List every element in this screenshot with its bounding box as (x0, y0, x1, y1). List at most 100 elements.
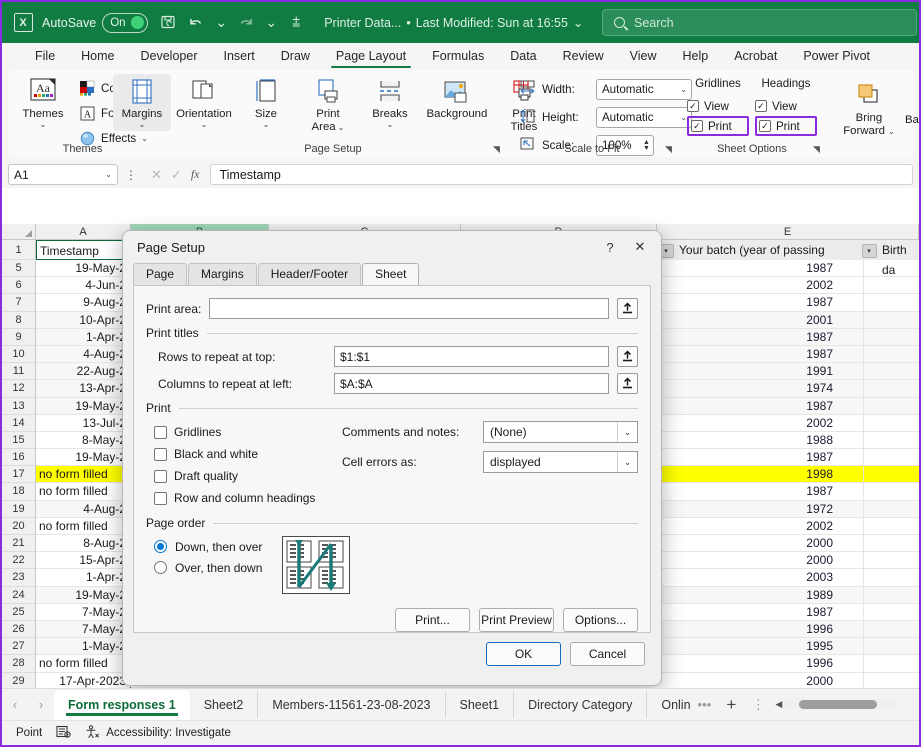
undo-dropdown-icon[interactable]: ⌄ (210, 10, 232, 36)
headings-print-checkbox[interactable]: ✓ Print (754, 116, 817, 136)
column-header-e[interactable]: E (657, 224, 919, 239)
cell-column-e[interactable]: 1987 (657, 603, 864, 621)
chevron-down-icon[interactable]: ⌄ (387, 121, 394, 129)
cell-column-a[interactable]: 1-Apr-2 (36, 569, 131, 587)
cell-column-a[interactable]: 4-Aug-2 (36, 500, 131, 518)
formula-bar-menu-icon[interactable]: ⋮ (122, 168, 140, 182)
cell-a1[interactable]: Timestamp (36, 240, 131, 260)
cell-column-e[interactable]: 1987 (657, 294, 864, 312)
row-header[interactable]: 19 (2, 500, 36, 518)
cell-column-f[interactable] (864, 501, 919, 518)
save-icon[interactable] (154, 10, 182, 36)
orientation-button[interactable]: Orientation ⌄ (175, 74, 233, 131)
row-header[interactable]: 13 (2, 397, 36, 415)
cell-column-a[interactable]: 22-Aug-2 (36, 363, 131, 381)
row-header[interactable]: 23 (2, 569, 36, 587)
row-header[interactable]: 17 (2, 466, 36, 484)
cell-column-e[interactable]: 2002 (657, 414, 864, 432)
dialog-tab-page[interactable]: Page (133, 263, 188, 285)
cell-column-f[interactable] (864, 518, 919, 535)
row-header[interactable]: 24 (2, 586, 36, 604)
tab-insert[interactable]: Insert (210, 47, 267, 68)
options-button[interactable]: Options... (563, 608, 638, 632)
tab-draw[interactable]: Draw (268, 47, 323, 68)
cell-column-e[interactable]: 2000 (657, 552, 864, 570)
page-setup-dialog-launcher[interactable]: ◥ (493, 144, 500, 155)
cell-column-f[interactable] (864, 432, 919, 450)
breaks-button[interactable]: Breaks ⌄ (361, 74, 419, 131)
tab-formulas[interactable]: Formulas (419, 47, 497, 68)
row-header[interactable]: 29 (2, 672, 36, 688)
sheet-tab-online[interactable]: Online (647, 691, 691, 718)
undo-icon[interactable] (182, 10, 210, 36)
formula-input[interactable]: Timestamp (210, 164, 913, 185)
enter-icon[interactable]: ✓ (171, 167, 182, 183)
horizontal-scrollbar[interactable] (785, 699, 898, 710)
cell-column-f[interactable] (864, 449, 919, 467)
cell-column-e[interactable]: 1987 (657, 345, 864, 364)
cell-column-f[interactable] (864, 569, 919, 587)
cell-errors-select[interactable]: displayed ⌄ (483, 451, 638, 473)
cell-column-a[interactable]: 1-Apr-2 (36, 328, 131, 346)
row-header[interactable]: 26 (2, 620, 36, 639)
row-header[interactable]: 9 (2, 328, 36, 346)
cell-column-f[interactable] (864, 329, 919, 346)
cell-column-f[interactable] (864, 655, 919, 673)
sheet-tab-sheet2[interactable]: Sheet2 (190, 691, 259, 718)
row-header[interactable]: 14 (2, 414, 36, 432)
redo-icon[interactable] (232, 10, 260, 36)
rows-repeat-input[interactable]: $1:$1 (334, 346, 609, 367)
cell-column-a[interactable]: no form filled (36, 483, 131, 501)
row-header[interactable]: 25 (2, 603, 36, 621)
autosave-toggle[interactable]: On (102, 12, 149, 33)
cell-column-f[interactable] (864, 638, 919, 656)
more-sheets-icon[interactable]: ••• (691, 692, 717, 718)
row-header[interactable]: 28 (2, 655, 36, 673)
tab-file[interactable]: File (22, 47, 68, 68)
cell-column-e[interactable]: 1987 (657, 483, 864, 501)
bring-forward-button[interactable]: Bring Forward ⌄ (835, 78, 903, 140)
row-header-1[interactable]: 1 (2, 240, 36, 260)
chevron-down-icon[interactable]: ⌄ (201, 121, 208, 129)
cell-column-e[interactable]: 1996 (657, 620, 864, 639)
tab-developer[interactable]: Developer (128, 47, 211, 68)
cell-column-f[interactable] (864, 363, 919, 381)
cell-column-e[interactable]: 2003 (657, 569, 864, 587)
tab-page-layout[interactable]: Page Layout (323, 47, 419, 68)
customize-qat-icon[interactable]: ⩲ (282, 10, 310, 36)
row-header[interactable]: 12 (2, 380, 36, 398)
name-box[interactable]: A1 ⌄ (8, 164, 118, 185)
print-area-button[interactable]: Print Area ⌄ (299, 74, 357, 136)
cell-column-e[interactable]: 2002 (657, 277, 864, 295)
cell-column-f[interactable] (864, 380, 919, 398)
scale-to-fit-dialog-launcher[interactable]: ◥ (665, 144, 672, 155)
row-header[interactable]: 21 (2, 535, 36, 553)
chevron-down-icon[interactable]: ⌄ (139, 121, 146, 129)
cell-column-e[interactable]: 1972 (657, 500, 864, 518)
background-button[interactable]: Background (423, 74, 491, 123)
fx-icon[interactable]: fx (191, 167, 200, 182)
cell-column-a[interactable]: 19-May-2 (36, 397, 131, 415)
cell-column-f[interactable] (864, 398, 919, 415)
cell-column-e[interactable]: 1987 (657, 328, 864, 346)
row-header[interactable]: 6 (2, 277, 36, 295)
tab-power-pivot[interactable]: Power Pivot (790, 47, 883, 68)
collapse-dialog-icon[interactable] (617, 298, 638, 319)
close-icon[interactable]: ✕ (625, 234, 655, 260)
cell-column-f[interactable] (864, 294, 919, 312)
autosave-control[interactable]: AutoSave On (42, 12, 149, 33)
themes-button[interactable]: Aa Themes ⌄ (14, 74, 72, 131)
cell-column-f[interactable] (864, 277, 919, 295)
filter-arrow-e[interactable]: ▾ (860, 240, 878, 260)
chevron-down-icon[interactable]: ⌄ (40, 121, 47, 129)
cell-column-a[interactable]: 15-Apr-2 (36, 552, 131, 570)
dialog-tab-header-footer[interactable]: Header/Footer (257, 263, 362, 285)
chevron-down-icon[interactable]: ⌄ (141, 135, 148, 143)
sheet-options-dialog-launcher[interactable]: ◥ (813, 144, 820, 155)
dialog-tab-margins[interactable]: Margins (188, 263, 257, 285)
column-header-a[interactable]: A (36, 224, 131, 239)
row-header[interactable]: 22 (2, 552, 36, 570)
row-header[interactable]: 8 (2, 311, 36, 329)
margins-button[interactable]: Margins ⌄ (112, 74, 171, 131)
tab-view[interactable]: View (617, 47, 670, 68)
